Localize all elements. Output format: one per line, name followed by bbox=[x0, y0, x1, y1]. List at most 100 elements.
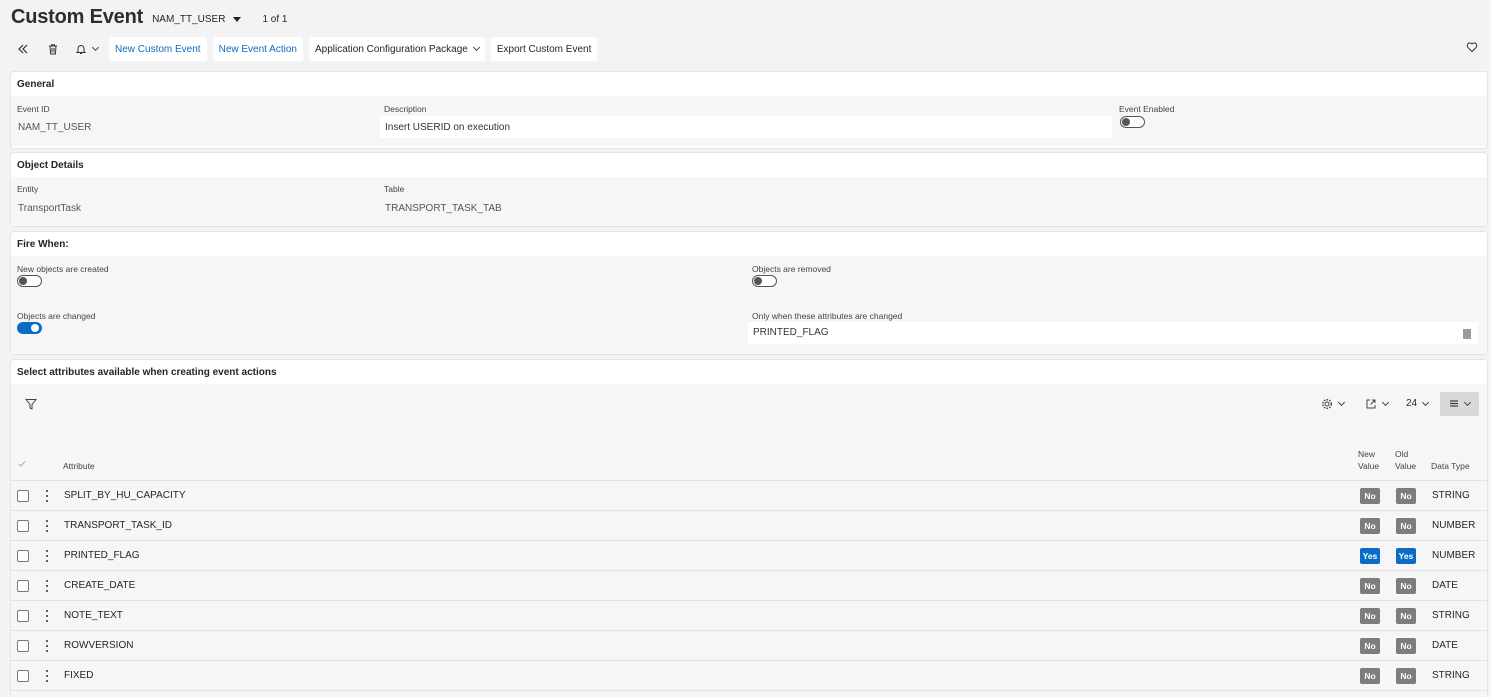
page-size-selector[interactable]: 24 bbox=[1406, 398, 1430, 409]
fire-when-title: Fire When: bbox=[17, 238, 69, 250]
col-data-type[interactable]: Data Type bbox=[1431, 460, 1470, 472]
row-menu-icon[interactable] bbox=[45, 549, 49, 562]
new-value-badge[interactable]: No bbox=[1360, 577, 1380, 594]
filter-icon[interactable] bbox=[24, 398, 38, 413]
record-selector[interactable]: NAM_TT_USER bbox=[152, 14, 242, 25]
row-menu-icon[interactable] bbox=[45, 609, 49, 622]
old-value-badge[interactable]: No bbox=[1396, 487, 1416, 504]
new-value-badge[interactable]: No bbox=[1360, 517, 1380, 534]
attribute-name: TRANSPORT_TASK_ID bbox=[64, 520, 172, 531]
old-value-badge[interactable]: No bbox=[1396, 637, 1416, 654]
table-header: Attribute New Value Old Value Data Type bbox=[11, 442, 1487, 480]
collapse-navigator-icon[interactable] bbox=[11, 37, 35, 61]
new-value-badge[interactable]: No bbox=[1360, 637, 1380, 654]
chevron-down-icon bbox=[1337, 398, 1346, 407]
page-title: Custom Event bbox=[11, 5, 144, 28]
old-value-badge[interactable]: Yes bbox=[1396, 547, 1416, 564]
table-row[interactable]: CREATE_DATE No No DATE bbox=[11, 570, 1487, 600]
attributes-title: Select attributes available when creatin… bbox=[17, 366, 277, 378]
chevron-down-icon bbox=[472, 43, 480, 52]
attribute-picker-icon[interactable] bbox=[1463, 329, 1471, 339]
chevron-down-icon bbox=[1463, 398, 1472, 407]
only-when-attributes-field[interactable]: PRINTED_FLAG bbox=[748, 322, 1478, 344]
export-icon bbox=[1366, 399, 1376, 409]
page-header: Custom Event NAM_TT_USER 1 of 1 bbox=[11, 4, 287, 30]
favorite-heart-icon[interactable] bbox=[1466, 41, 1478, 56]
row-menu-icon[interactable] bbox=[45, 519, 49, 532]
objects-created-label: New objects are created bbox=[17, 264, 109, 274]
old-value-badge[interactable]: No bbox=[1396, 517, 1416, 534]
toggle-knob bbox=[754, 277, 762, 285]
col-new-value[interactable]: New Value bbox=[1358, 448, 1379, 472]
entity-value: TransportTask bbox=[18, 203, 81, 214]
gear-icon bbox=[1321, 398, 1333, 410]
export-menu[interactable] bbox=[1365, 398, 1390, 410]
row-checkbox[interactable] bbox=[17, 669, 29, 682]
table-row[interactable]: ROWVERSION No No DATE bbox=[11, 630, 1487, 660]
new-value-badge[interactable]: No bbox=[1360, 667, 1380, 684]
object-details-title: Object Details bbox=[17, 159, 84, 171]
description-field[interactable]: Insert USERID on execution bbox=[380, 116, 1112, 138]
old-value-badge[interactable]: No bbox=[1396, 577, 1416, 594]
old-value-badge[interactable]: No bbox=[1396, 607, 1416, 624]
objects-changed-toggle[interactable] bbox=[17, 322, 42, 334]
toggle-knob bbox=[19, 277, 27, 285]
view-mode-menu[interactable] bbox=[1440, 392, 1479, 416]
new-value-badge[interactable]: No bbox=[1360, 487, 1380, 504]
caret-down-icon bbox=[233, 16, 242, 22]
new-custom-event-button[interactable]: New Custom Event bbox=[109, 37, 207, 61]
attributes-panel: Select attributes available when creatin… bbox=[11, 360, 1487, 697]
chevron-down-icon bbox=[1381, 398, 1390, 407]
table-row[interactable]: TRANSPORT_TASK_ID No No NUMBER bbox=[11, 510, 1487, 540]
table-row[interactable]: PRINTED_FLAG Yes Yes NUMBER bbox=[11, 540, 1487, 570]
col-old-value-line2: Value bbox=[1395, 461, 1417, 471]
old-value-badge[interactable]: No bbox=[1396, 667, 1416, 684]
app-config-package-menu[interactable]: Application Configuration Package bbox=[308, 37, 485, 61]
page-size-value: 24 bbox=[1406, 398, 1418, 409]
data-type: NUMBER bbox=[1432, 520, 1476, 531]
row-checkbox[interactable] bbox=[17, 609, 29, 622]
only-when-value: PRINTED_FLAG bbox=[753, 327, 829, 338]
col-new-value-line1: New bbox=[1358, 449, 1376, 459]
row-checkbox[interactable] bbox=[17, 639, 29, 652]
data-type: STRING bbox=[1432, 610, 1470, 621]
app-config-package-label: Application Configuration Package bbox=[314, 43, 468, 55]
event-id-label: Event ID bbox=[17, 104, 50, 114]
row-checkbox[interactable] bbox=[17, 579, 29, 592]
new-value-badge[interactable]: No bbox=[1360, 607, 1380, 624]
export-custom-event-button[interactable]: Export Custom Event bbox=[490, 37, 598, 61]
new-event-action-button[interactable]: New Event Action bbox=[212, 37, 303, 61]
row-checkbox[interactable] bbox=[17, 549, 29, 562]
table-toolbar: 24 bbox=[11, 384, 1487, 424]
table-row[interactable]: FIXED No No STRING bbox=[11, 660, 1487, 690]
row-checkbox[interactable] bbox=[17, 519, 29, 532]
data-type: STRING bbox=[1432, 670, 1470, 681]
table-settings-menu[interactable] bbox=[1321, 398, 1346, 410]
attribute-name: FIXED bbox=[64, 670, 94, 681]
table-row[interactable]: NOTE_TEXT No No STRING bbox=[11, 600, 1487, 630]
select-all-check-icon[interactable] bbox=[18, 460, 26, 471]
object-details-body: Entity TransportTask Table TRANSPORT_TAS… bbox=[11, 177, 1487, 226]
col-old-value-line1: Old bbox=[1395, 449, 1409, 459]
notification-bell-icon[interactable] bbox=[69, 37, 103, 61]
event-enabled-toggle[interactable] bbox=[1120, 116, 1145, 128]
data-type: STRING bbox=[1432, 490, 1470, 501]
row-checkbox[interactable] bbox=[17, 489, 29, 502]
objects-changed-label: Objects are changed bbox=[17, 311, 96, 321]
delete-icon[interactable] bbox=[41, 37, 65, 61]
row-menu-icon[interactable] bbox=[45, 669, 49, 682]
objects-removed-toggle[interactable] bbox=[752, 275, 777, 287]
objects-created-toggle[interactable] bbox=[17, 275, 42, 287]
col-old-value[interactable]: Old Value bbox=[1395, 448, 1416, 472]
general-panel: General Event ID NAM_TT_USER Description… bbox=[11, 72, 1487, 148]
fire-when-body: New objects are created Objects are remo… bbox=[11, 256, 1487, 354]
col-attribute[interactable]: Attribute bbox=[63, 460, 95, 472]
row-menu-icon[interactable] bbox=[45, 579, 49, 592]
new-value-badge[interactable]: Yes bbox=[1360, 547, 1380, 564]
chevron-down-icon bbox=[91, 43, 99, 52]
row-menu-icon[interactable] bbox=[45, 489, 49, 502]
table-row[interactable]: ROWKEYYesNoSTRING bbox=[11, 690, 1487, 697]
table-row[interactable]: SPLIT_BY_HU_CAPACITY No No STRING bbox=[11, 480, 1487, 510]
toggle-knob bbox=[31, 324, 39, 332]
row-menu-icon[interactable] bbox=[45, 639, 49, 652]
